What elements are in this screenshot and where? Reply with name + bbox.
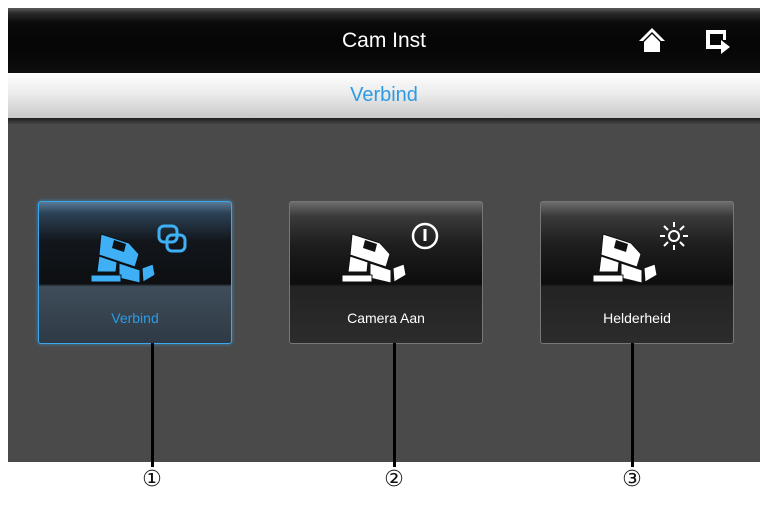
callout-number-1: ① xyxy=(142,467,162,492)
callout-line-3 xyxy=(631,343,634,467)
section-title: Verbind xyxy=(350,84,418,106)
callout-line-2 xyxy=(393,343,396,467)
home-icon xyxy=(639,28,665,52)
callout-number-3: ③ xyxy=(622,467,642,492)
back-icon xyxy=(706,30,730,54)
callout-line-1 xyxy=(151,343,154,467)
back-button[interactable] xyxy=(698,20,738,60)
device-screen: Cam Inst Verbind Verbind Camera Aan Held… xyxy=(8,8,760,462)
tile-label: Verbind xyxy=(111,310,159,326)
verbind-tile[interactable]: Verbind xyxy=(38,201,232,344)
helderheid-tile[interactable]: Helderheid xyxy=(540,201,734,344)
home-button[interactable] xyxy=(632,20,672,60)
camera-link-icon xyxy=(90,224,187,284)
camera-brightness-icon xyxy=(592,222,688,284)
camera-aan-tile[interactable]: Camera Aan xyxy=(289,201,483,344)
callout-number-2: ② xyxy=(384,467,404,492)
divider xyxy=(8,118,760,124)
tile-label: Camera Aan xyxy=(347,310,425,326)
camera-power-icon xyxy=(341,222,439,284)
tile-label: Helderheid xyxy=(603,310,671,326)
